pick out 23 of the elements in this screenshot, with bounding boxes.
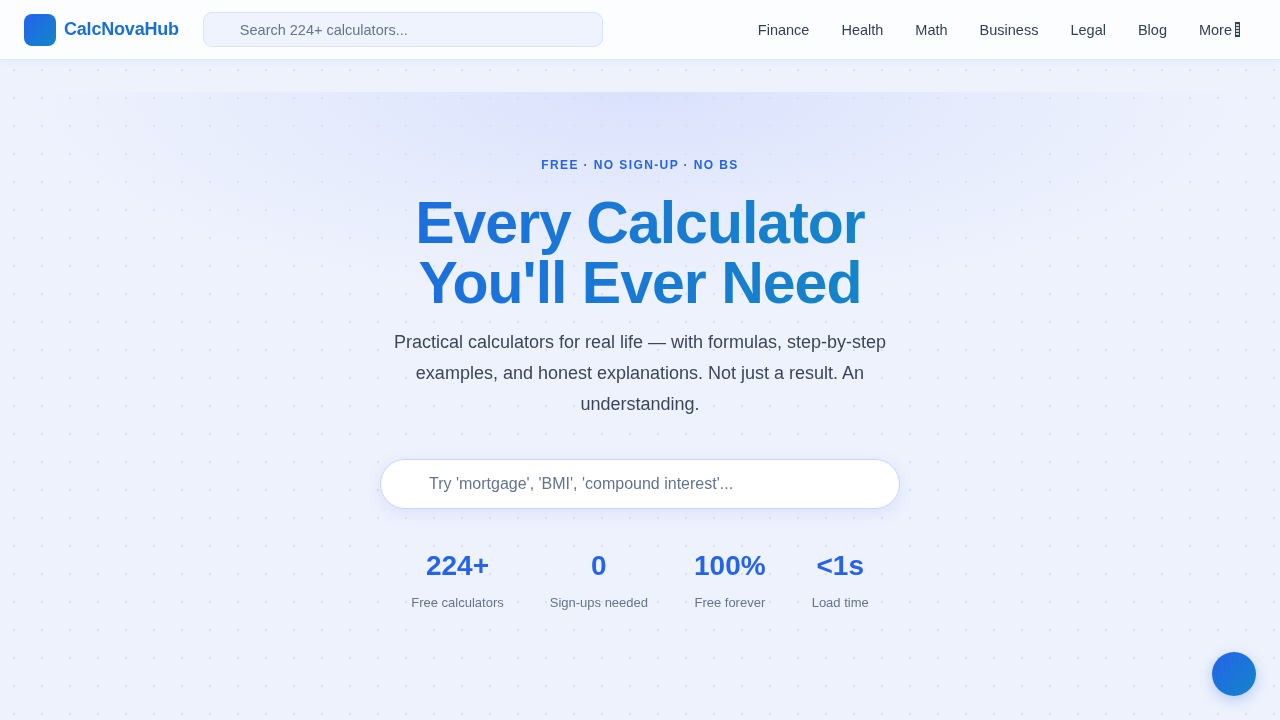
stat-label: Load time <box>811 595 869 610</box>
eyebrow-text: FREE · NO SIGN-UP · NO BS <box>541 158 739 172</box>
stat-value: <1s <box>816 549 864 583</box>
nav-link[interactable]: Health <box>825 13 900 46</box>
hero-subtitle: Practical calculators for real life — with formulas, step-by-step examples, and honest explanations. Not just a result. An understanding. <box>392 331 888 416</box>
stat-label: Free calculators <box>411 595 504 610</box>
brand-name[interactable]: CalcNovaHub <box>64 19 179 40</box>
stat-value: 100% <box>694 549 766 583</box>
nav-link[interactable]: Legal <box>1054 13 1122 46</box>
stat-label: Sign-ups needed <box>549 595 649 610</box>
nav-menu-link[interactable]: More <box>1182 13 1256 46</box>
nav-link[interactable]: Finance <box>741 13 826 46</box>
nav-link[interactable]: Blog <box>1121 13 1183 46</box>
search-field[interactable]: Try 'mortgage', 'BMI', 'compound interest'... <box>380 459 900 509</box>
stat-value: 224+ <box>425 549 489 583</box>
search-field[interactable]: Search 224+ calculators... <box>202 12 603 47</box>
stat-value: 0 <box>591 549 607 583</box>
stat-label: Free forever <box>694 595 766 610</box>
glyph-box-icon <box>1235 22 1240 37</box>
nav-link[interactable]: Business <box>963 13 1055 46</box>
floating-button[interactable] <box>1212 652 1256 696</box>
nav-link[interactable]: Math <box>899 13 964 46</box>
logo-icon[interactable] <box>24 13 56 46</box>
